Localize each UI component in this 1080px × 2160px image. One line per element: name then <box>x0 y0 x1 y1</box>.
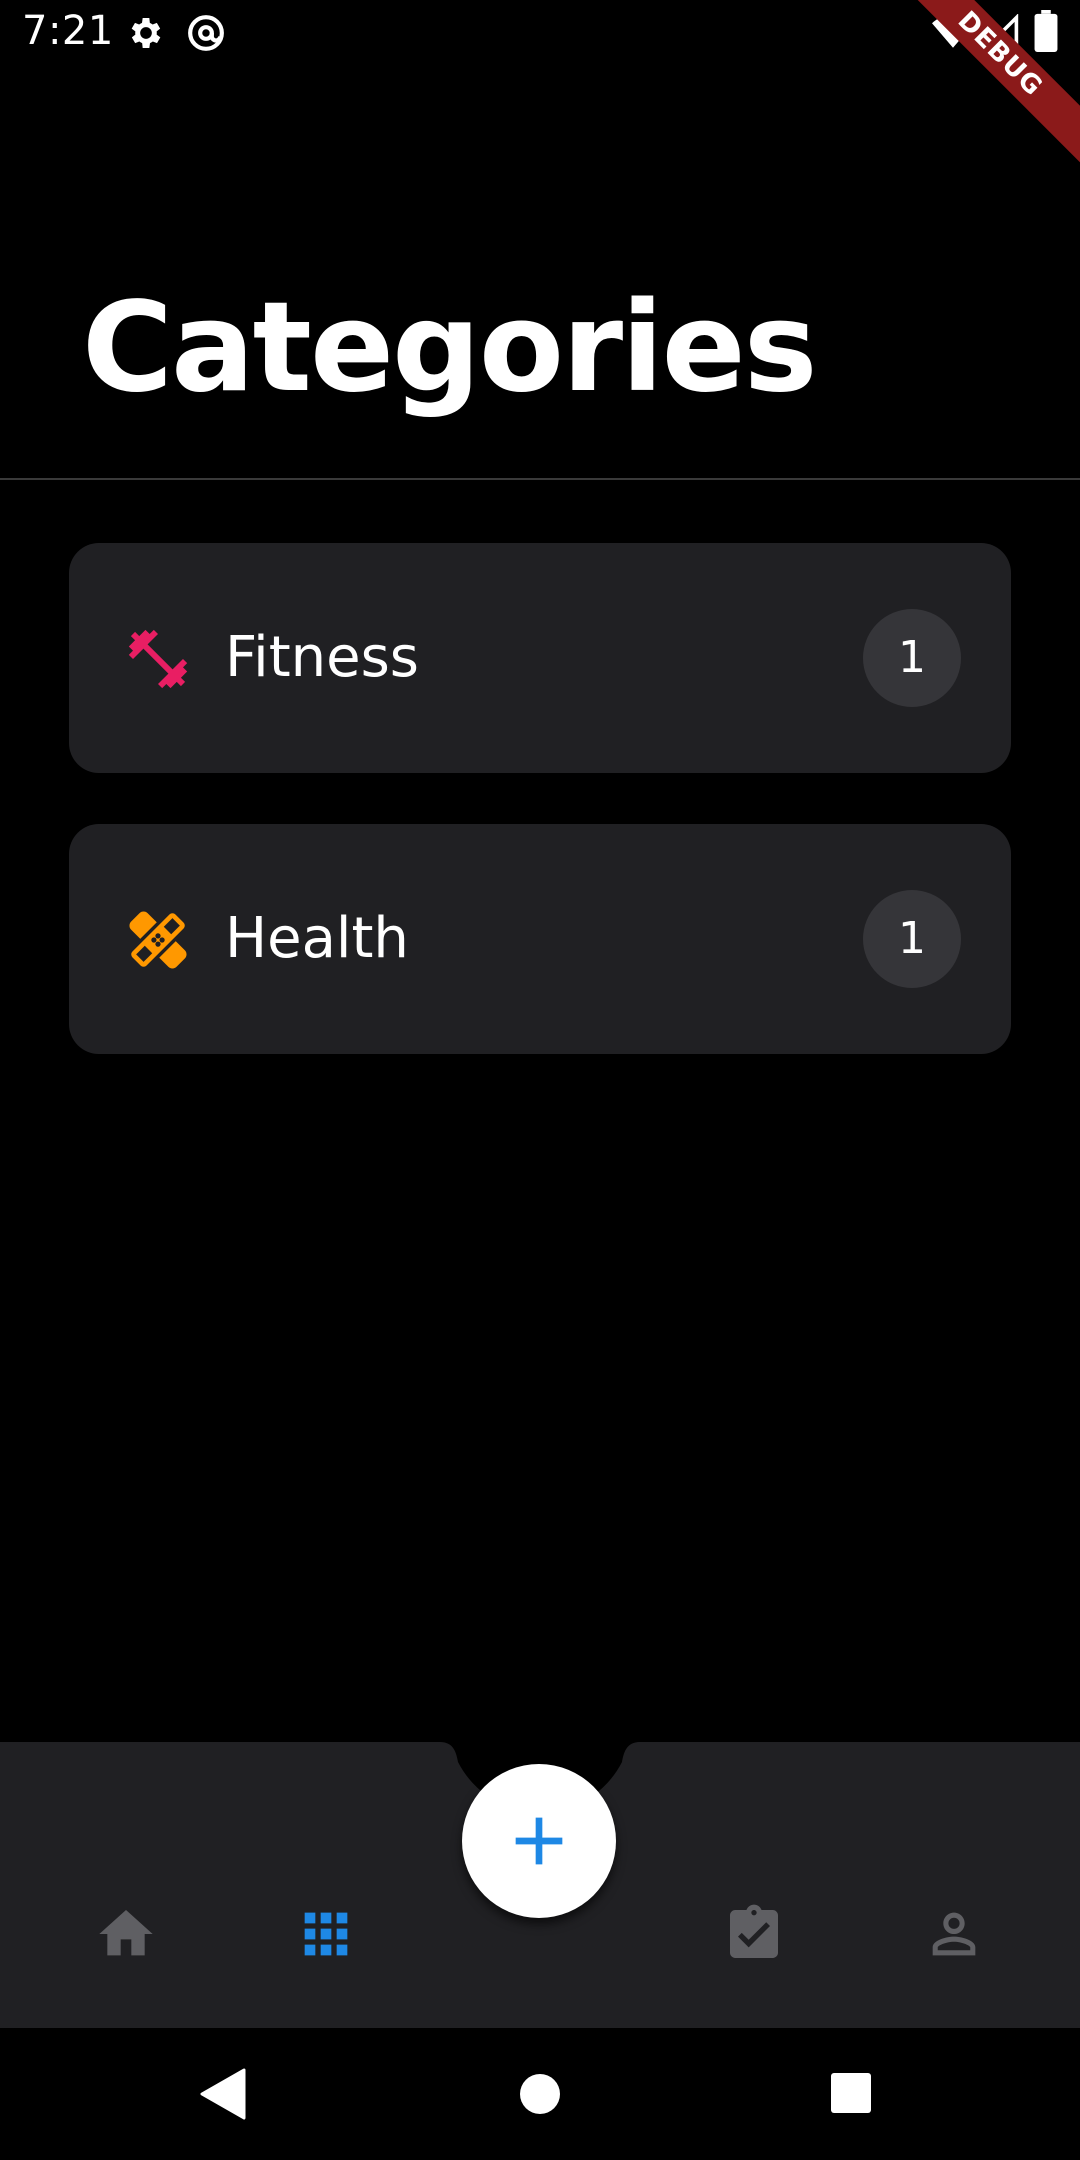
system-nav-bar <box>0 2028 1080 2160</box>
category-label: Health <box>225 906 409 971</box>
home-icon[interactable] <box>94 1902 158 1966</box>
add-category-button[interactable] <box>462 1764 616 1918</box>
count-badge: 1 <box>863 609 961 707</box>
dumbbell-icon <box>128 629 188 689</box>
bandage-icon <box>127 909 189 971</box>
battery-icon <box>1034 10 1058 52</box>
page-title: Categories <box>82 276 818 420</box>
category-label: Fitness <box>225 625 419 690</box>
recents-icon[interactable] <box>830 2072 872 2114</box>
home-circle-icon[interactable] <box>518 2072 562 2116</box>
clipboard-check-icon[interactable] <box>722 1902 786 1966</box>
gear-icon <box>131 18 161 48</box>
plus-icon <box>515 1817 563 1865</box>
back-icon[interactable] <box>200 2068 246 2120</box>
category-card-health[interactable]: Health 1 <box>69 824 1011 1054</box>
at-sign-icon <box>188 15 224 51</box>
person-icon[interactable] <box>922 1902 986 1966</box>
count-badge: 1 <box>863 890 961 988</box>
status-bar: 7:21 <box>0 0 1080 66</box>
status-time: 7:21 <box>22 8 114 54</box>
category-card-fitness[interactable]: Fitness 1 <box>69 543 1011 773</box>
header-divider <box>0 478 1080 480</box>
grid-icon[interactable] <box>294 1902 358 1966</box>
